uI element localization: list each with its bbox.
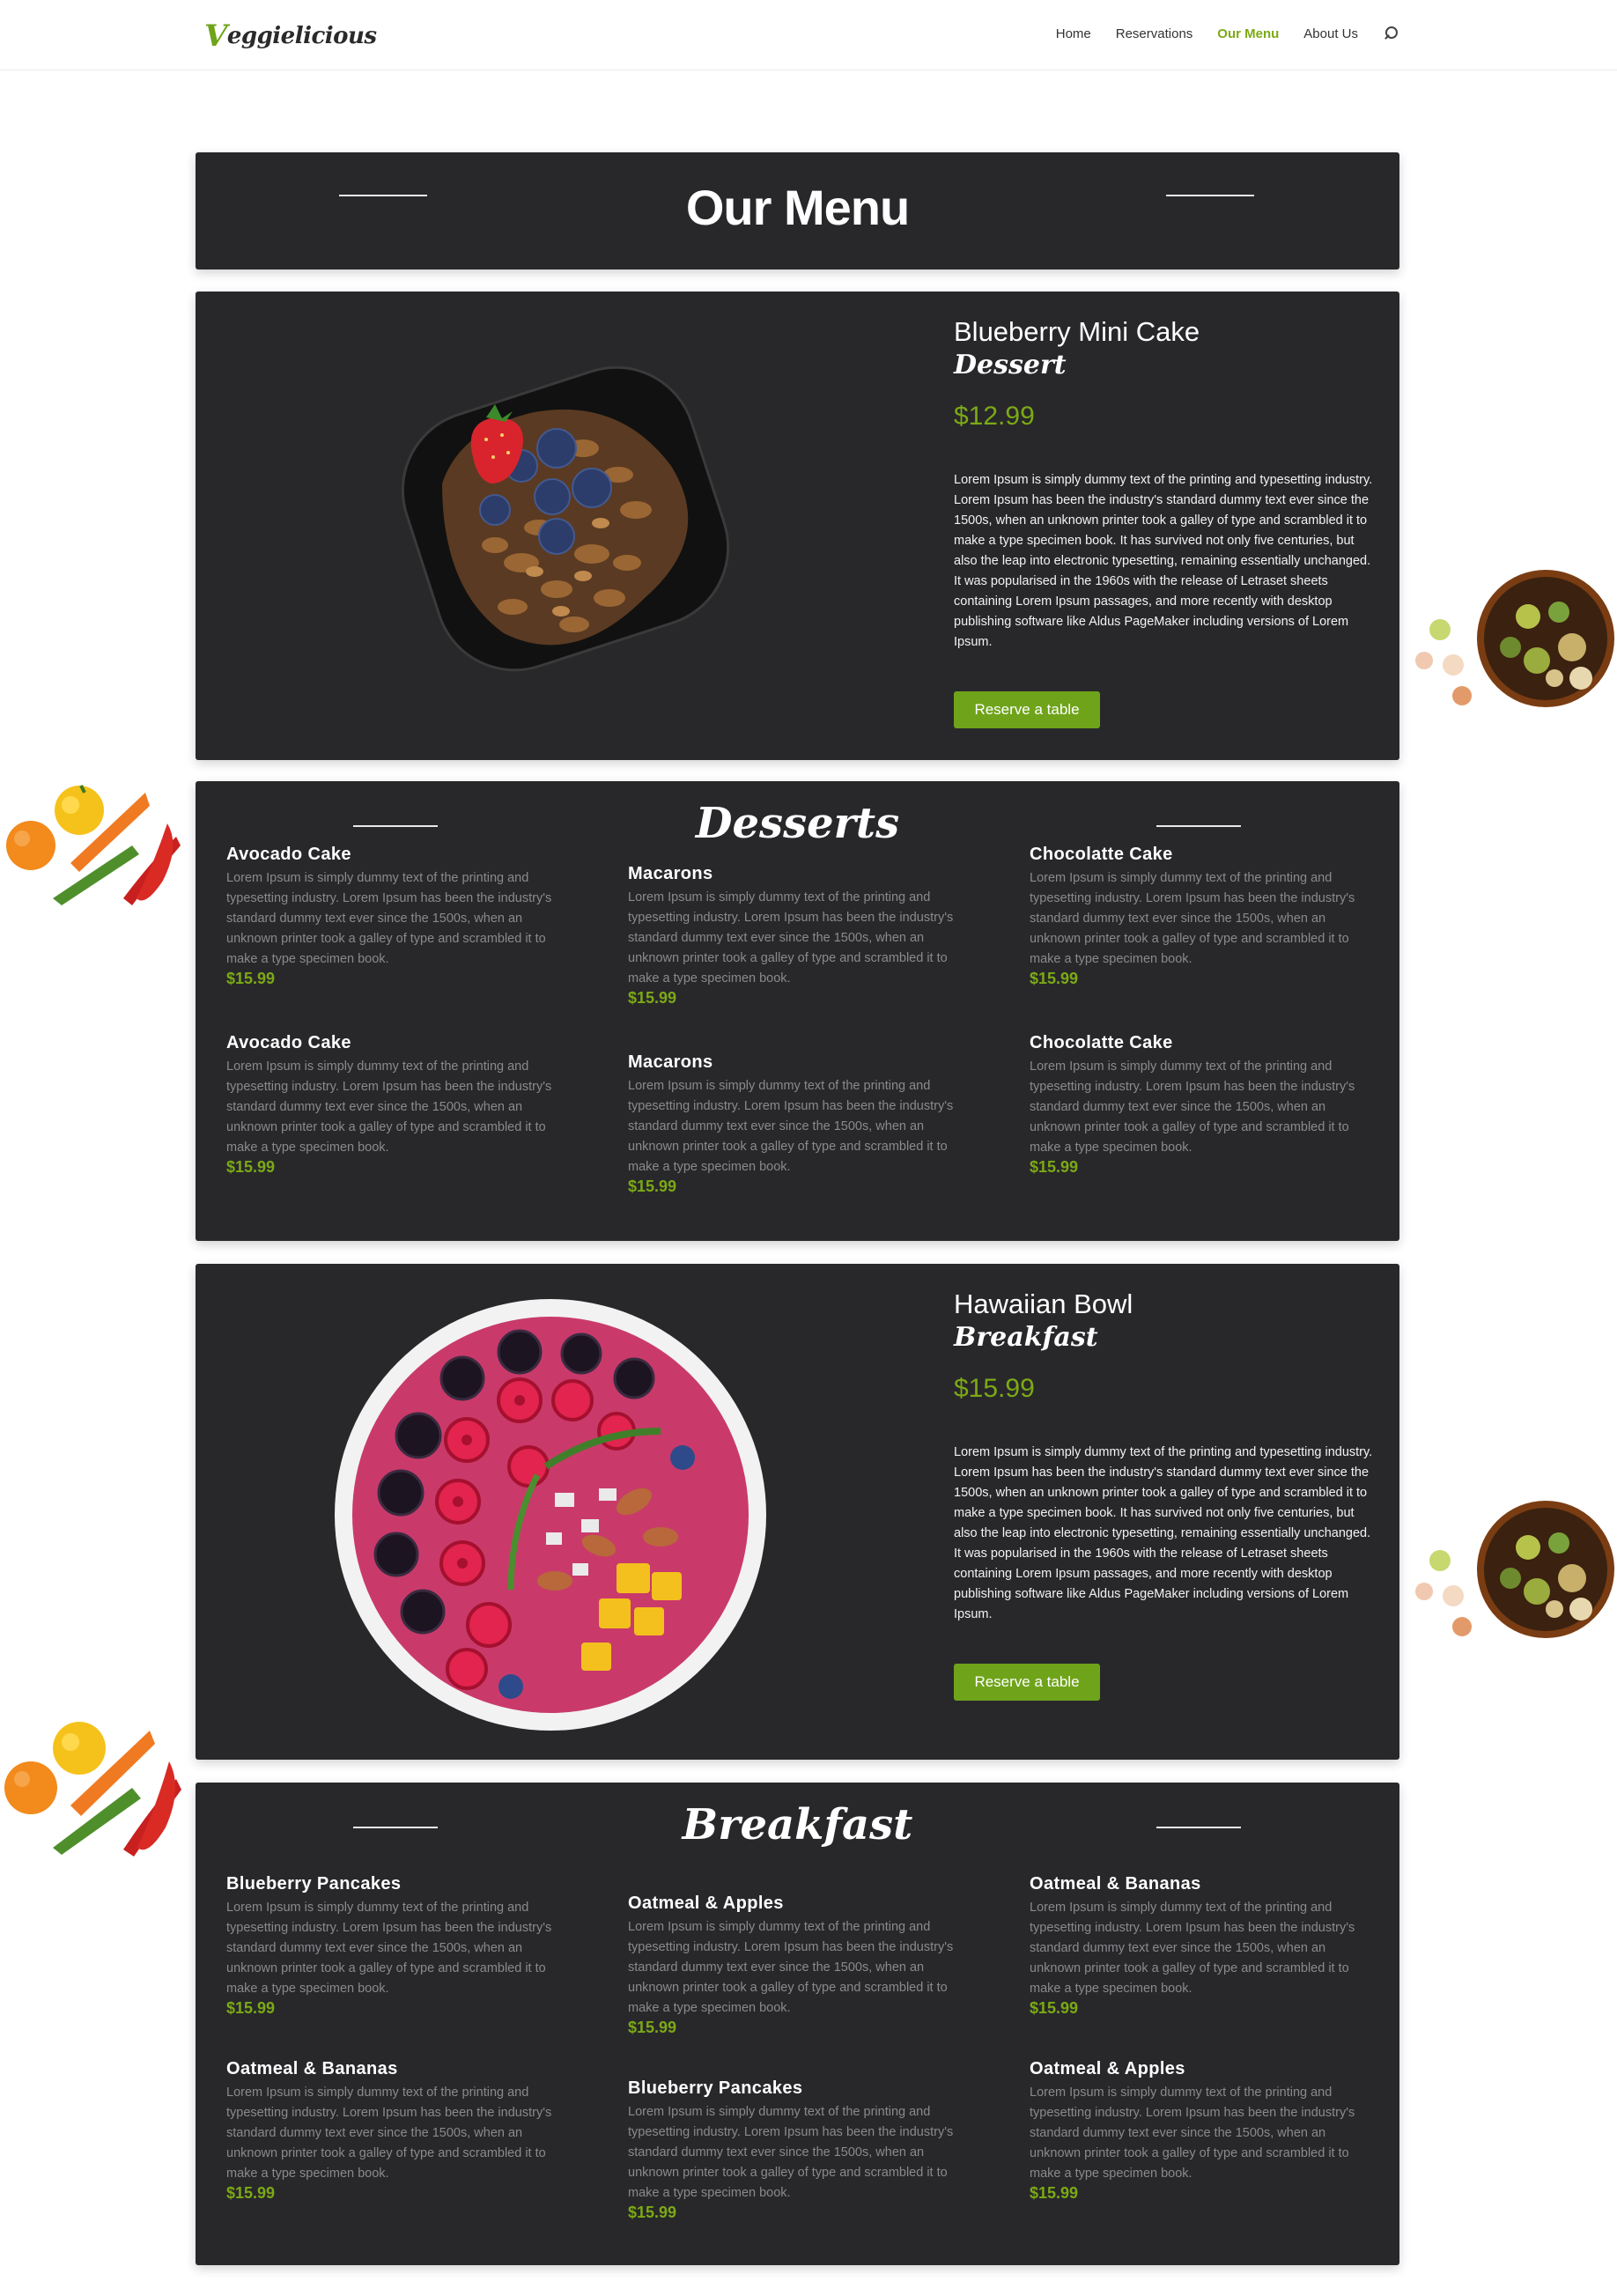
featured-dish-info: Hawaiian Bowl Breakfast $15.99 Lorem Ips… — [954, 1288, 1378, 1625]
menu-item-price: $15.99 — [1030, 1158, 1079, 1176]
menu-item: Chocolatte Cake Lorem Ipsum is simply du… — [1030, 845, 1373, 988]
section-title: Desserts — [695, 799, 900, 848]
menu-item: Blueberry Pancakes Lorem Ipsum is simply… — [628, 2078, 971, 2222]
dish-name: Hawaiian Bowl — [954, 1288, 1133, 1319]
menu-item-price: $15.99 — [226, 2184, 276, 2202]
menu-item: Macarons Lorem Ipsum is simply dummy tex… — [628, 864, 971, 1008]
menu-item-price: $15.99 — [628, 2204, 677, 2221]
section-title: Breakfast — [682, 1800, 913, 1849]
site-logo[interactable]: Veggielicious — [204, 16, 377, 54]
menu-item: Oatmeal & Bananas Lorem Ipsum is simply … — [226, 2059, 570, 2203]
menu-item: Chocolatte Cake Lorem Ipsum is simply du… — [1030, 1033, 1373, 1177]
divider-line — [1156, 825, 1241, 827]
search-icon[interactable] — [1383, 26, 1399, 41]
menu-item: Avocado Cake Lorem Ipsum is simply dummy… — [226, 1033, 570, 1177]
menu-item-description: Lorem Ipsum is simply dummy text of the … — [226, 1901, 552, 1996]
menu-item-description: Lorem Ipsum is simply dummy text of the … — [1030, 1059, 1355, 1155]
dish-price: $12.99 — [954, 402, 1035, 431]
nav-reservations[interactable]: Reservations — [1116, 26, 1193, 41]
menu-item-price: $15.99 — [226, 1158, 276, 1176]
dish-category: Breakfast — [954, 1322, 1098, 1353]
menu-item: Oatmeal & Apples Lorem Ipsum is simply d… — [1030, 2059, 1373, 2203]
dish-description: Lorem Ipsum is simply dummy text of the … — [954, 1445, 1373, 1621]
reserve-table-button[interactable]: Reserve a table — [954, 1664, 1100, 1701]
featured-dish-panel: Blueberry Mini Cake Dessert $12.99 Lorem… — [196, 292, 1399, 760]
desserts-menu-panel: Desserts Avocado Cake Lorem Ipsum is sim… — [196, 781, 1399, 1241]
reserve-table-button[interactable]: Reserve a table — [954, 691, 1100, 728]
nav-home[interactable]: Home — [1056, 26, 1091, 41]
divider-line — [1166, 195, 1254, 196]
menu-item-name: Oatmeal & Bananas — [226, 2059, 398, 2078]
site-header: Veggielicious Home Reservations Our Menu… — [0, 0, 1617, 70]
menu-item-description: Lorem Ipsum is simply dummy text of the … — [1030, 2086, 1355, 2181]
page-title-panel: Our Menu — [196, 152, 1399, 269]
menu-item-description: Lorem Ipsum is simply dummy text of the … — [1030, 1901, 1355, 1996]
dish-price: $15.99 — [954, 1374, 1035, 1403]
nav-about-us[interactable]: About Us — [1303, 26, 1358, 41]
dish-name: Blueberry Mini Cake — [954, 316, 1200, 347]
menu-item-description: Lorem Ipsum is simply dummy text of the … — [628, 1079, 954, 1174]
menu-item-description: Lorem Ipsum is simply dummy text of the … — [628, 2105, 954, 2200]
menu-item-name: Oatmeal & Apples — [628, 1894, 784, 1913]
menu-item-price: $15.99 — [628, 989, 677, 1007]
menu-item-name: Chocolatte Cake — [1030, 845, 1173, 864]
menu-item-description: Lorem Ipsum is simply dummy text of the … — [226, 1059, 552, 1155]
page-title: Our Menu — [685, 180, 910, 235]
vegetables-image — [0, 784, 189, 907]
menu-item-price: $15.99 — [628, 1178, 677, 1195]
menu-item: Avocado Cake Lorem Ipsum is simply dummy… — [226, 845, 570, 988]
dish-description: Lorem Ipsum is simply dummy text of the … — [954, 473, 1373, 649]
menu-item-name: Blueberry Pancakes — [226, 1874, 402, 1894]
menu-item-price: $15.99 — [226, 970, 276, 987]
blueberry-cake-image — [380, 334, 750, 704]
breakfast-menu-panel: Breakfast Blueberry Pancakes Lorem Ipsum… — [196, 1783, 1399, 2265]
menu-item-description: Lorem Ipsum is simply dummy text of the … — [226, 2086, 552, 2181]
hawaiian-bowl-image — [335, 1299, 766, 1731]
menu-item-description: Lorem Ipsum is simply dummy text of the … — [628, 890, 954, 986]
menu-item: Blueberry Pancakes Lorem Ipsum is simply… — [226, 1874, 570, 2018]
fruit-bowl-image — [1405, 1495, 1617, 1653]
featured-dish-panel: Hawaiian Bowl Breakfast $15.99 Lorem Ips… — [196, 1264, 1399, 1760]
menu-item-price: $15.99 — [226, 1999, 276, 2017]
menu-item-name: Oatmeal & Bananas — [1030, 1874, 1201, 1894]
menu-item-name: Blueberry Pancakes — [628, 2078, 803, 2098]
dish-category: Dessert — [954, 350, 1067, 380]
main-nav: Home Reservations Our Menu About Us — [1056, 26, 1399, 41]
logo-text: eggielicious — [226, 23, 377, 49]
menu-item-name: Oatmeal & Apples — [1030, 2059, 1185, 2078]
nav-our-menu[interactable]: Our Menu — [1217, 26, 1279, 41]
menu-item-price: $15.99 — [1030, 2184, 1079, 2202]
menu-item-price: $15.99 — [628, 2019, 677, 2036]
fruit-bowl-image — [1405, 564, 1617, 722]
menu-item-name: Avocado Cake — [226, 845, 351, 864]
menu-item-name: Macarons — [628, 864, 713, 883]
vegetables-image — [0, 1717, 189, 1858]
menu-item-description: Lorem Ipsum is simply dummy text of the … — [226, 871, 552, 966]
menu-item: Oatmeal & Bananas Lorem Ipsum is simply … — [1030, 1874, 1373, 2018]
menu-item-price: $15.99 — [1030, 970, 1079, 987]
divider-line — [1156, 1827, 1241, 1828]
menu-item-name: Avocado Cake — [226, 1033, 351, 1052]
menu-item-name: Chocolatte Cake — [1030, 1033, 1173, 1052]
menu-item: Macarons Lorem Ipsum is simply dummy tex… — [628, 1052, 971, 1196]
featured-dish-info: Blueberry Mini Cake Dessert $12.99 Lorem… — [954, 316, 1378, 653]
menu-item-description: Lorem Ipsum is simply dummy text of the … — [628, 1920, 954, 2015]
menu-item-price: $15.99 — [1030, 1999, 1079, 2017]
menu-item-description: Lorem Ipsum is simply dummy text of the … — [1030, 871, 1355, 966]
menu-item-name: Macarons — [628, 1052, 713, 1072]
menu-item: Oatmeal & Apples Lorem Ipsum is simply d… — [628, 1894, 971, 2037]
